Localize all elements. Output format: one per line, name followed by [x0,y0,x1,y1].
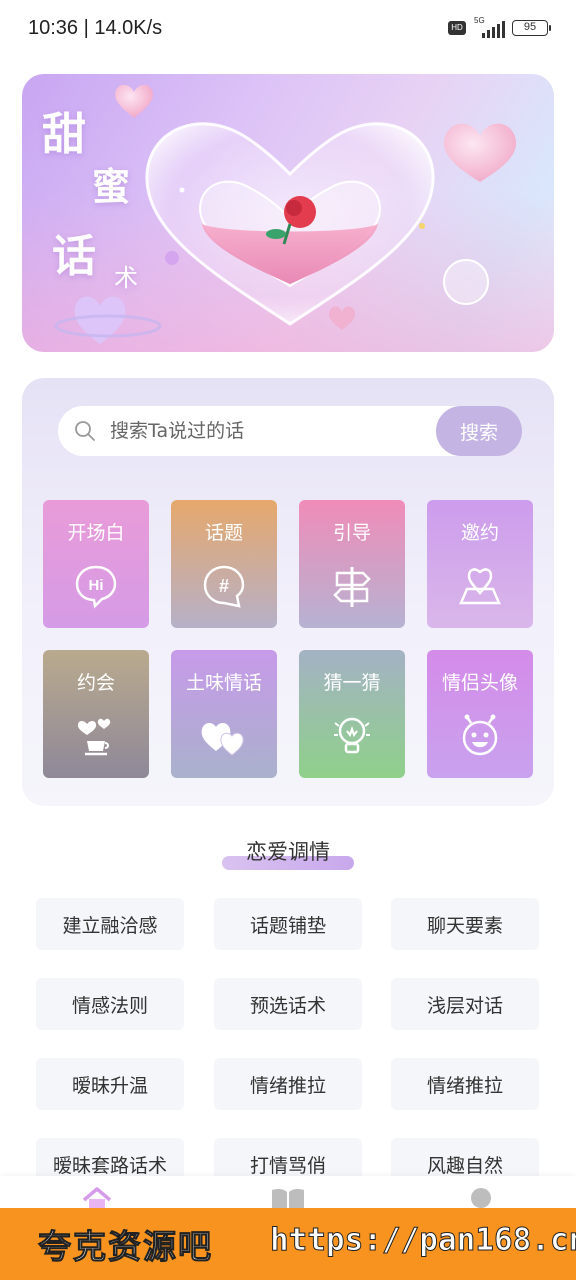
category-tile-opening[interactable]: 开场白 Hi [43,500,149,628]
category-tile-couple-avatar[interactable]: 情侣头像 [427,650,533,778]
search-input[interactable] [110,406,430,456]
category-label: 引导 [332,522,371,544]
map-heart-icon [457,563,503,613]
category-tile-guess[interactable]: 猜一猜 [299,650,405,778]
category-tile-invite[interactable]: 邀约 [427,500,533,628]
watermark-site-name: 夸克资源吧 [38,1227,213,1267]
search-icon [74,420,96,446]
topic-chip[interactable]: 情感法则 [36,978,184,1030]
category-label: 邀约 [460,522,499,544]
banner-title-char-1: 甜 [42,109,86,160]
topic-chip[interactable]: 建立融洽感 [36,898,184,950]
banner-title-char-3: 话 [52,231,96,282]
topic-chip[interactable]: 浅层对话 [391,978,539,1030]
search-bar: 搜索 [58,406,522,456]
topic-chip[interactable]: 话题铺垫 [214,898,362,950]
topic-chip[interactable]: 暧昧升温 [36,1058,184,1110]
smiley-face-icon [457,713,503,763]
banner-title-char-2: 蜜 [92,165,131,209]
category-tile-cheesy-lines[interactable]: 土味情话 [171,650,277,778]
search-button[interactable]: 搜索 [436,406,522,456]
category-tile-topic[interactable]: 话题 # [171,500,277,628]
topic-chip[interactable]: 预选话术 [214,978,362,1030]
category-label: 土味情话 [185,672,262,694]
hi-bubble-icon: Hi [73,563,119,613]
hd-icon: HD [448,21,466,35]
svg-text:#: # [219,576,229,596]
status-bar: 10:36 | 14.0K/s HD 5G 95 [0,0,576,56]
topic-chip[interactable]: 情绪推拉 [214,1058,362,1110]
battery-icon: 95 [512,20,551,36]
signal-icon: 5G [474,16,505,38]
category-label: 话题 [204,522,243,544]
hero-banner[interactable]: 甜 蜜 话 术 [22,74,554,352]
watermark-banner: 夸克资源吧 https://pan168.cn [0,1208,576,1280]
category-tile-date[interactable]: 约会 [43,650,149,778]
bottom-nav [0,1176,576,1208]
category-label: 情侣头像 [441,672,518,694]
watermark-url: https://pan168.cn [269,1222,576,1259]
topic-chip[interactable]: 情绪推拉 [391,1058,539,1110]
section-title: 恋爱调情 [246,840,330,864]
category-label: 约会 [76,672,115,694]
banner-heart-illustration [54,84,517,344]
category-label: 开场白 [67,522,125,544]
status-time: 10:36 | 14.0K/s [28,16,163,39]
banner-title-char-4: 术 [114,264,138,292]
lightbulb-icon [329,713,375,763]
topic-chip[interactable]: 聊天要素 [391,898,539,950]
hashtag-bubble-icon: # [201,563,247,613]
hearts-cup-icon [73,713,119,763]
signpost-icon [329,563,375,613]
status-icons: HD 5G 95 [448,16,551,38]
svg-text:Hi: Hi [89,577,104,594]
category-panel: 搜索 开场白 Hi 话题 # 引导 邀约 约会 土味情话 [22,378,554,806]
category-label: 猜一猜 [323,672,381,694]
category-tile-guide[interactable]: 引导 [299,500,405,628]
two-hearts-icon [198,713,250,763]
